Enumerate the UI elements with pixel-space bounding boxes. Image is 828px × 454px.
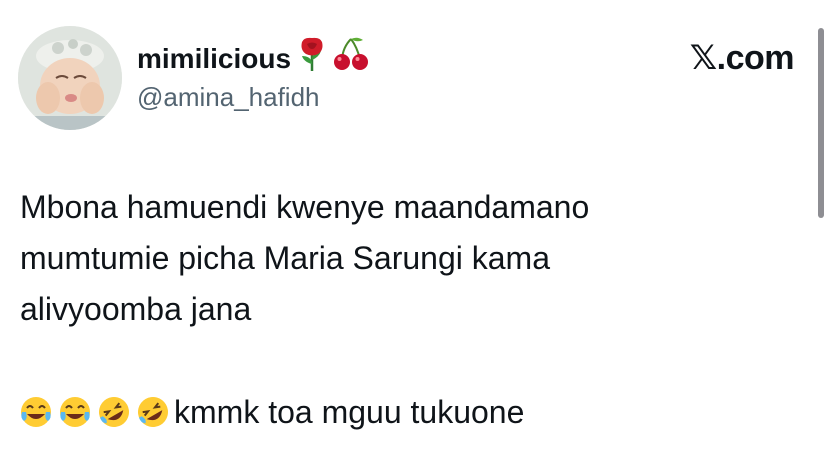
avatar[interactable] xyxy=(18,26,122,130)
scrollbar[interactable] xyxy=(818,28,824,218)
x-com-logo: 𝕏.com xyxy=(689,39,795,77)
baby-photo-icon xyxy=(18,26,122,130)
rose-icon xyxy=(297,36,327,81)
tears-of-joy-icon xyxy=(57,394,93,430)
tweet-reaction-line: kmmk toa mguu tukuone xyxy=(18,388,524,436)
reaction-text: kmmk toa mguu tukuone xyxy=(174,394,525,430)
display-name-text: mimilicious xyxy=(137,42,292,74)
tears-of-joy-icon xyxy=(18,394,54,430)
rolling-laughing-icon xyxy=(96,394,132,430)
tweet-text: Mbona hamuendi kwenye maandamano mumtumi… xyxy=(20,189,590,327)
display-name[interactable]: mimilicious xyxy=(137,36,369,81)
cherries-icon xyxy=(333,36,369,81)
user-handle[interactable]: @amina_hafidh xyxy=(137,80,320,114)
tweet-card: mimilicious @amina_hafidh 𝕏.com Mbona ha… xyxy=(0,0,828,454)
rolling-laughing-icon xyxy=(135,394,171,430)
